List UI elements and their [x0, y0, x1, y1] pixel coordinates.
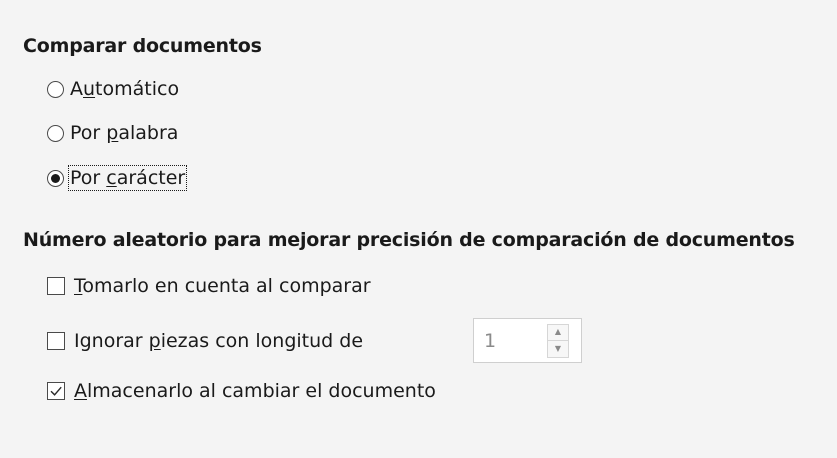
chevron-down-icon[interactable]: ▼: [548, 340, 568, 357]
chevron-up-icon[interactable]: ▲: [548, 325, 568, 341]
checkbox[interactable]: [47, 332, 65, 350]
radio-automatic-label: Automático: [70, 78, 180, 100]
radio-by-character[interactable]: Por carácter: [47, 165, 188, 191]
compare-documents-heading: Comparar documentos: [23, 35, 262, 57]
radio-by-character-label: Por carácter: [67, 165, 188, 191]
checkbox-store-on-change[interactable]: Almacenarlo al cambiar el documento: [47, 380, 436, 402]
radio-selected-dot: [51, 173, 60, 183]
piece-length-value[interactable]: 1: [474, 330, 547, 352]
radio-by-word-label: Por palabra: [70, 122, 179, 144]
checkbox-store-on-change-label: Almacenarlo al cambiar el documento: [74, 380, 436, 402]
random-number-heading: Número aleatorio para mejorar precisión …: [23, 229, 795, 251]
checkbox[interactable]: [47, 277, 65, 295]
radio-button[interactable]: [47, 80, 64, 98]
checkmark-icon: [50, 386, 62, 396]
radio-by-word[interactable]: Por palabra: [47, 122, 178, 144]
checkbox-ignore-pieces[interactable]: Ignorar piezas con longitud de: [47, 330, 363, 352]
checkbox-ignore-pieces-label: Ignorar piezas con longitud de: [74, 330, 364, 352]
checkbox-checked[interactable]: [47, 382, 65, 400]
spin-buttons: ▲ ▼: [547, 323, 569, 358]
checkbox-take-into-account[interactable]: Tomarlo en cuenta al comparar: [47, 275, 371, 297]
radio-automatic[interactable]: Automático: [47, 78, 179, 100]
radio-button-selected[interactable]: [47, 169, 64, 187]
piece-length-spinbox[interactable]: 1 ▲ ▼: [473, 318, 582, 363]
checkbox-take-into-account-label: Tomarlo en cuenta al comparar: [74, 275, 371, 297]
radio-button[interactable]: [47, 124, 64, 142]
